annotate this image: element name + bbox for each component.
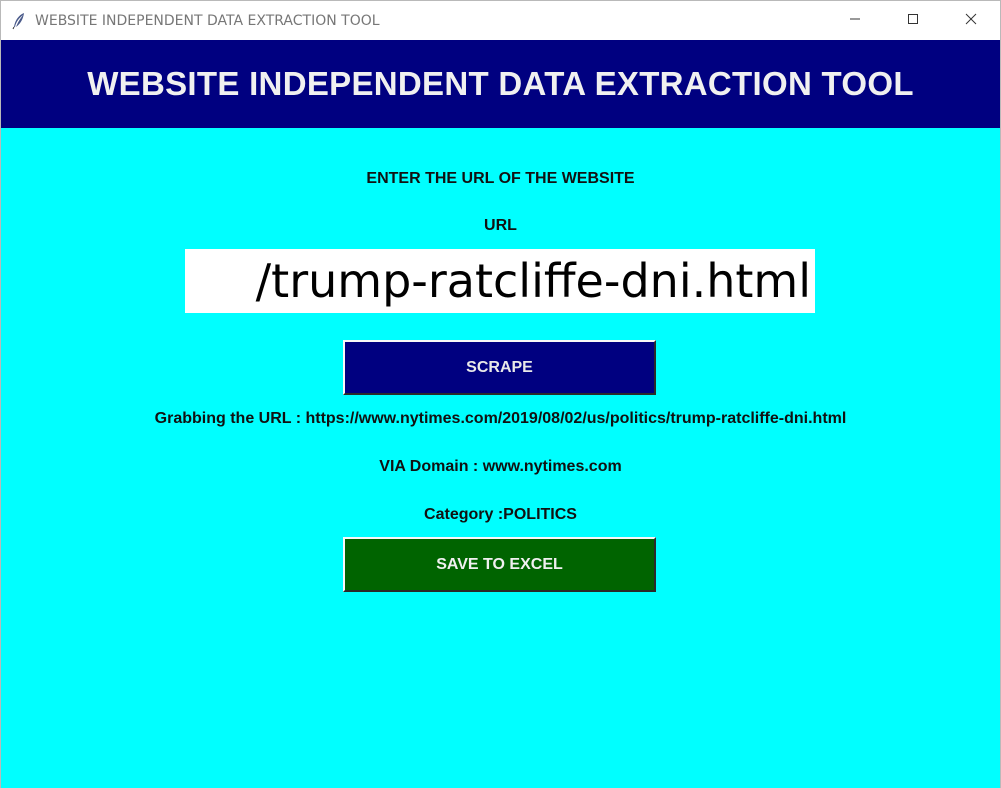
scrape-button[interactable]: SCRAPE (343, 340, 656, 395)
url-label: URL (484, 217, 517, 234)
maximize-button[interactable] (884, 1, 942, 40)
url-prompt-label: ENTER THE URL OF THE WEBSITE (366, 170, 635, 187)
minimize-button[interactable] (826, 1, 884, 40)
window-title: WEBSITE INDEPENDENT DATA EXTRACTION TOOL (35, 12, 380, 29)
minimize-icon (849, 12, 861, 30)
header-title: WEBSITE INDEPENDENT DATA EXTRACTION TOOL (87, 65, 914, 102)
grabbing-url-text: Grabbing the URL : https://www.nytimes.c… (154, 410, 847, 427)
url-input[interactable] (185, 249, 815, 313)
app-window: WEBSITE INDEPENDENT DATA EXTRACTION TOOL… (0, 0, 1001, 788)
close-button[interactable] (942, 1, 1000, 40)
domain-text: VIA Domain : www.nytimes.com (379, 458, 622, 475)
header-banner: WEBSITE INDEPENDENT DATA EXTRACTION TOOL (1, 40, 1000, 128)
main-panel: ENTER THE URL OF THE WEBSITE URL SCRAPE … (1, 128, 1000, 788)
category-text: Category :POLITICS (424, 506, 577, 523)
window-controls (826, 1, 1000, 40)
save-to-excel-button[interactable]: SAVE TO EXCEL (343, 537, 656, 592)
maximize-icon (907, 12, 919, 30)
title-bar[interactable]: WEBSITE INDEPENDENT DATA EXTRACTION TOOL (1, 0, 1000, 40)
close-icon (965, 12, 977, 30)
feather-icon (10, 12, 28, 30)
